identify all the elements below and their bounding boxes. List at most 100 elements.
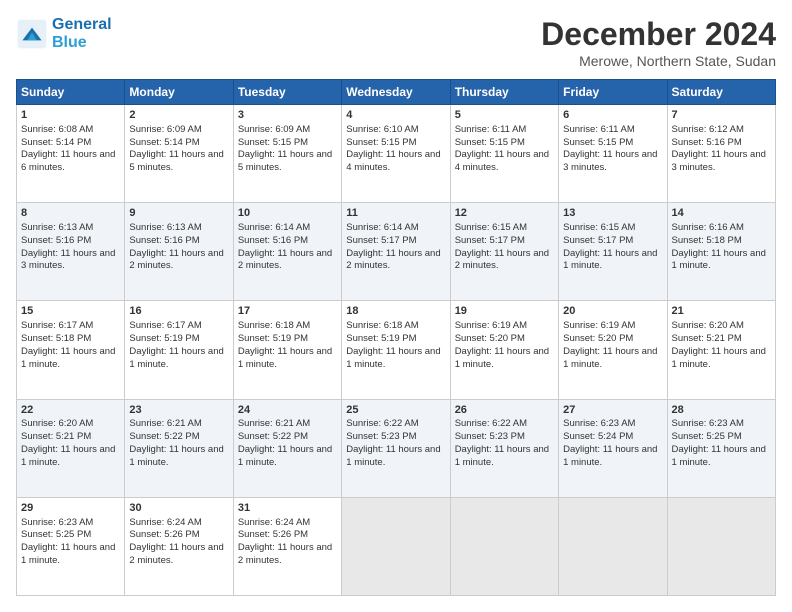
- calendar-cell: 29Sunrise: 6:23 AMSunset: 5:25 PMDayligh…: [17, 497, 125, 595]
- daylight-text: Daylight: 11 hours and 5 minutes.: [129, 149, 223, 173]
- calendar-cell: 16Sunrise: 6:17 AMSunset: 5:19 PMDayligh…: [125, 301, 233, 399]
- sunset-text: Sunset: 5:17 PM: [563, 235, 633, 246]
- sunrise-text: Sunrise: 6:24 AM: [238, 517, 310, 528]
- daylight-text: Daylight: 11 hours and 1 minute.: [672, 444, 766, 468]
- daylight-text: Daylight: 11 hours and 1 minute.: [672, 346, 766, 370]
- sunrise-text: Sunrise: 6:13 AM: [129, 222, 201, 233]
- calendar-cell: [559, 497, 667, 595]
- sunrise-text: Sunrise: 6:21 AM: [129, 418, 201, 429]
- day-number: 17: [238, 304, 337, 319]
- sunset-text: Sunset: 5:21 PM: [672, 333, 742, 344]
- calendar-cell: 20Sunrise: 6:19 AM Sunset: 5:20 PM Dayligh…: [559, 301, 667, 399]
- sunset-text: Sunset: 5:17 PM: [346, 235, 416, 246]
- sunset-text: Sunset: 5:24 PM: [563, 431, 633, 442]
- title-block: December 2024 Merowe, Northern State, Su…: [541, 16, 776, 69]
- daylight-text: Daylight: 11 hours and 5 minutes.: [238, 149, 332, 173]
- calendar-cell: 9Sunrise: 6:13 AMSunset: 5:16 PMDaylight…: [125, 203, 233, 301]
- day-number: 24: [238, 403, 337, 418]
- calendar-day-header: Friday: [559, 80, 667, 105]
- daylight-text: Daylight: 11 hours and 1 minute.: [563, 346, 657, 370]
- day-number: 13: [563, 206, 662, 221]
- sunrise-text: Sunrise: 6:16 AM: [672, 222, 744, 233]
- sunrise-text: Sunrise: 6:09 AM: [238, 124, 310, 135]
- sunset-text: Sunset: 5:16 PM: [21, 235, 91, 246]
- calendar-day-header: Saturday: [667, 80, 775, 105]
- day-number: 20: [563, 304, 662, 319]
- day-number: 27: [563, 403, 662, 418]
- daylight-text: Daylight: 11 hours and 1 minute.: [129, 346, 223, 370]
- daylight-text: Daylight: 11 hours and 2 minutes.: [455, 248, 549, 272]
- day-number: 21: [672, 304, 771, 319]
- sunrise-text: Sunrise: 6:12 AM: [672, 124, 744, 135]
- calendar-cell: [342, 497, 450, 595]
- day-number: 29: [21, 501, 120, 516]
- calendar-day-header: Sunday: [17, 80, 125, 105]
- calendar-cell: 22Sunrise: 6:20 AMSunset: 5:21 PMDayligh…: [17, 399, 125, 497]
- day-number: 2: [129, 108, 228, 123]
- sunset-text: Sunset: 5:15 PM: [238, 137, 308, 148]
- daylight-text: Daylight: 11 hours and 4 minutes.: [346, 149, 440, 173]
- calendar-cell: 28Sunrise: 6:23 AMSunset: 5:25 PMDayligh…: [667, 399, 775, 497]
- calendar-cell: 15Sunrise: 6:17 AMSunset: 5:18 PMDayligh…: [17, 301, 125, 399]
- calendar-cell: 5Sunrise: 6:11 AMSunset: 5:15 PMDaylight…: [450, 105, 558, 203]
- sunset-text: Sunset: 5:18 PM: [21, 333, 91, 344]
- daylight-text: Daylight: 11 hours and 2 minutes.: [238, 542, 332, 566]
- calendar-day-header: Tuesday: [233, 80, 341, 105]
- calendar-cell: [667, 497, 775, 595]
- day-number: 3: [238, 108, 337, 123]
- sunset-text: Sunset: 5:20 PM: [563, 333, 633, 344]
- sunrise-text: Sunrise: 6:10 AM: [346, 124, 418, 135]
- calendar-cell: 26Sunrise: 6:22 AMSunset: 5:23 PMDayligh…: [450, 399, 558, 497]
- calendar-cell: [450, 497, 558, 595]
- sunrise-text: Sunrise: 6:15 AM: [455, 222, 527, 233]
- sunrise-text: Sunrise: 6:14 AM: [238, 222, 310, 233]
- daylight-text: Daylight: 11 hours and 1 minute.: [346, 444, 440, 468]
- daylight-text: Daylight: 11 hours and 2 minutes.: [129, 542, 223, 566]
- day-number: 12: [455, 206, 554, 221]
- sunset-text: Sunset: 5:23 PM: [346, 431, 416, 442]
- calendar-week-row: 8Sunrise: 6:13 AMSunset: 5:16 PMDaylight…: [17, 203, 776, 301]
- calendar-cell: 8Sunrise: 6:13 AMSunset: 5:16 PMDaylight…: [17, 203, 125, 301]
- daylight-text: Daylight: 11 hours and 1 minute.: [672, 248, 766, 272]
- sunrise-text: Sunrise: 6:19 AM: [563, 320, 635, 331]
- calendar-cell: 21Sunrise: 6:20 AMSunset: 5:21 PMDayligh…: [667, 301, 775, 399]
- sunset-text: Sunset: 5:18 PM: [672, 235, 742, 246]
- main-title: December 2024: [541, 16, 776, 53]
- calendar-cell: 18Sunrise: 6:18 AMSunset: 5:19 PMDayligh…: [342, 301, 450, 399]
- calendar-cell: 27Sunrise: 6:23 AMSunset: 5:24 PMDayligh…: [559, 399, 667, 497]
- sunset-text: Sunset: 5:17 PM: [455, 235, 525, 246]
- day-number: 6: [563, 108, 662, 123]
- sunset-text: Sunset: 5:26 PM: [129, 529, 199, 540]
- sunset-text: Sunset: 5:19 PM: [238, 333, 308, 344]
- logo-text: General Blue: [52, 16, 112, 51]
- day-number: 18: [346, 304, 445, 319]
- calendar-cell: 6Sunrise: 6:11 AMSunset: 5:15 PMDaylight…: [559, 105, 667, 203]
- sunrise-text: Sunrise: 6:17 AM: [21, 320, 93, 331]
- daylight-text: Daylight: 11 hours and 3 minutes.: [672, 149, 766, 173]
- calendar-cell: 30Sunrise: 6:24 AMSunset: 5:26 PMDayligh…: [125, 497, 233, 595]
- sunset-text: Sunset: 5:25 PM: [672, 431, 742, 442]
- daylight-text: Daylight: 11 hours and 1 minute.: [455, 346, 549, 370]
- sunset-text: Sunset: 5:16 PM: [129, 235, 199, 246]
- sunset-text: Sunset: 5:20 PM: [455, 333, 525, 344]
- calendar-cell: 13Sunrise: 6:15 AMSunset: 5:17 PMDayligh…: [559, 203, 667, 301]
- sunrise-text: Sunrise: 6:17 AM: [129, 320, 201, 331]
- sunset-text: Sunset: 5:16 PM: [238, 235, 308, 246]
- sunset-text: Sunset: 5:26 PM: [238, 529, 308, 540]
- day-number: 16: [129, 304, 228, 319]
- calendar-cell: 2Sunrise: 6:09 AMSunset: 5:14 PMDaylight…: [125, 105, 233, 203]
- calendar-cell: 7Sunrise: 6:12 AMSunset: 5:16 PMDaylight…: [667, 105, 775, 203]
- calendar-cell: 31Sunrise: 6:24 AMSunset: 5:26 PM Dayligh…: [233, 497, 341, 595]
- sunrise-text: Sunrise: 6:11 AM: [563, 124, 635, 135]
- sunset-text: Sunset: 5:14 PM: [129, 137, 199, 148]
- sunrise-text: Sunrise: 6:18 AM: [238, 320, 310, 331]
- sunrise-text: Sunrise: 6:24 AM: [129, 517, 201, 528]
- sunset-text: Sunset: 5:25 PM: [21, 529, 91, 540]
- sunrise-text: Sunrise: 6:22 AM: [346, 418, 418, 429]
- daylight-text: Daylight: 11 hours and 1 minute.: [563, 444, 657, 468]
- day-number: 31: [238, 501, 337, 516]
- sunrise-text: Sunrise: 6:22 AM: [455, 418, 527, 429]
- sunset-text: Sunset: 5:14 PM: [21, 137, 91, 148]
- daylight-text: Daylight: 11 hours and 1 minute.: [563, 248, 657, 272]
- calendar-week-row: 22Sunrise: 6:20 AMSunset: 5:21 PMDayligh…: [17, 399, 776, 497]
